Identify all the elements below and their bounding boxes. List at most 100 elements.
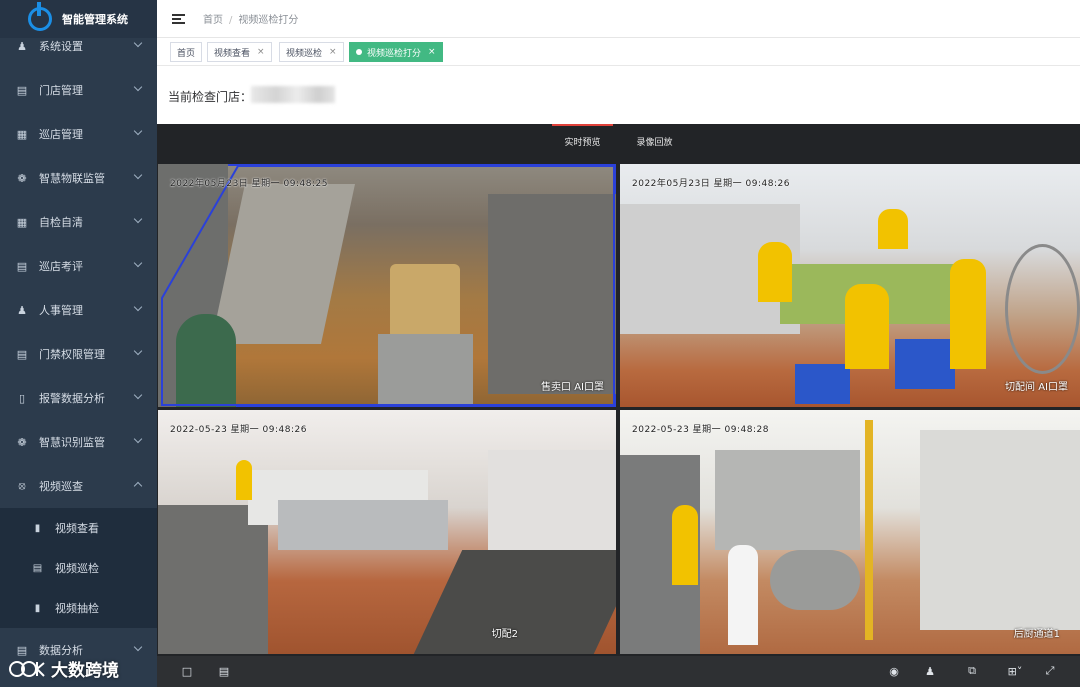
chart-icon: ▤ xyxy=(16,643,28,657)
worker-figure-shape xyxy=(758,242,792,302)
worker-figure-shape xyxy=(845,284,889,369)
camera-feed-3[interactable]: 2022-05-23 星期一 09:48:26 切配2 xyxy=(158,410,616,654)
close-icon[interactable]: × xyxy=(329,47,337,57)
tags-view: 首页 视频查看 × 视频巡检 × 视频巡检打分 × xyxy=(157,38,1080,66)
chevron-down-icon xyxy=(133,642,143,652)
camera-snapshot-icon[interactable]: ▤ xyxy=(217,664,231,678)
sidebar-item-label: 门店管理 xyxy=(39,84,83,97)
person-icon[interactable]: ♟ xyxy=(923,664,937,678)
recognition-icon: ❁ xyxy=(17,435,27,449)
window-icon[interactable]: □ xyxy=(180,664,194,678)
access-icon: ▤ xyxy=(16,347,28,361)
tag-video-inspect[interactable]: 视频巡检 × xyxy=(279,42,344,62)
chevron-down-icon xyxy=(133,126,143,136)
fullscreen-icon[interactable]: ⤢ xyxy=(1043,664,1057,678)
video-tabs: 实时预览 录像回放 xyxy=(157,124,1080,162)
chevron-down-icon xyxy=(133,346,143,356)
sidebar-subitem-video-view[interactable]: ▮ 视频查看 xyxy=(0,508,157,548)
tag-home[interactable]: 首页 xyxy=(170,42,203,62)
sidebar-item-patrol-evaluation[interactable]: ▤ 巡店考评 xyxy=(0,244,157,288)
worker-figure-shape xyxy=(236,460,252,500)
camera-name: 切配间 AI口罩 xyxy=(1005,382,1068,393)
current-store-label: 当前检查门店： xyxy=(168,90,253,104)
pot-shape xyxy=(770,550,860,610)
sidebar-item-store-management[interactable]: ▤ 门店管理 xyxy=(0,68,157,112)
camera-timestamp: 2022-05-23 星期一 09:48:26 xyxy=(170,425,307,435)
chevron-down-icon xyxy=(133,38,143,48)
chevron-down-icon xyxy=(133,170,143,180)
sidebar-subitem-label: 视频巡检 xyxy=(55,562,99,575)
close-icon[interactable]: × xyxy=(257,47,265,57)
sidebar-subitem-label: 视频抽检 xyxy=(55,602,99,615)
tab-live-preview[interactable]: 实时预览 xyxy=(552,124,613,162)
tag-label: 首页 xyxy=(177,48,196,59)
video-toolbar: □ ▤ ◉ ♟ ⧉ ⊞˅ ⤢ xyxy=(157,656,1080,687)
detection-zone-outline xyxy=(161,165,615,406)
blue-crate-shape xyxy=(895,339,955,389)
breadcrumb-home[interactable]: 首页 xyxy=(203,15,223,26)
store-row: 当前检查门店： xyxy=(157,66,1080,124)
sidebar-item-self-check[interactable]: ▦ 自检自清 xyxy=(0,200,157,244)
sidebar-item-alarm-analysis[interactable]: ▯ 报警数据分析 xyxy=(0,376,157,420)
sink-table-shape xyxy=(278,500,448,550)
chevron-up-icon xyxy=(133,481,143,491)
sidebar-item-video-patrol[interactable]: ⦻ 视频巡查 xyxy=(0,464,157,508)
camera-name: 后厨通道1 xyxy=(1013,629,1060,640)
file-icon: ▮ xyxy=(34,522,41,534)
watermark-text: 大数跨境 xyxy=(51,661,119,681)
sidebar-item-hr-management[interactable]: ♟ 人事管理 xyxy=(0,288,157,332)
sidebar-item-label: 智慧识别监管 xyxy=(39,436,105,449)
sidebar-item-access-control[interactable]: ▤ 门禁权限管理 xyxy=(0,332,157,376)
breadcrumb-current: 视频巡检打分 xyxy=(238,15,299,26)
sidebar: 智能管理系统 ♟ 系统设置 ▤ 门店管理 ▦ 巡店管理 ❁ 智慧物联监管 ▦ 自… xyxy=(0,0,157,687)
menu-toggle-icon[interactable] xyxy=(172,12,185,26)
camera-name: 切配2 xyxy=(491,629,518,640)
chevron-down-icon xyxy=(133,434,143,444)
camera-feed-4[interactable]: 2022-05-23 星期一 09:48:28 后厨通道1 xyxy=(620,410,1080,654)
sidebar-item-iot-supervision[interactable]: ❁ 智慧物联监管 xyxy=(0,156,157,200)
video-icon: ⦻ xyxy=(18,479,26,492)
grid-icon: ▦ xyxy=(16,127,28,141)
layout-grid-icon[interactable]: ⊞˅ xyxy=(1003,664,1027,678)
sidebar-item-label: 巡店管理 xyxy=(39,128,83,141)
fan-shape xyxy=(1005,244,1080,374)
chevron-down-icon xyxy=(133,82,143,92)
camera-timestamp: 2022年05月23日 星期一 09:48:25 xyxy=(170,179,328,189)
worker-figure-shape xyxy=(950,259,986,369)
tag-video-inspect-score[interactable]: 视频巡检打分 × xyxy=(349,42,443,62)
sidebar-item-label: 系统设置 xyxy=(39,40,83,53)
copy-icon[interactable]: ⧉ xyxy=(965,664,979,678)
sidebar-subitem-label: 视频查看 xyxy=(55,522,99,535)
sidebar-item-patrol-management[interactable]: ▦ 巡店管理 xyxy=(0,112,157,156)
chevron-down-icon xyxy=(133,258,143,268)
camera-timestamp: 2022-05-23 星期一 09:48:28 xyxy=(632,425,769,435)
sidebar-subitem-video-sample[interactable]: ▮ 视频抽检 xyxy=(0,588,157,628)
camera-feed-2[interactable]: 2022年05月23日 星期一 09:48:26 切配间 AI口罩 xyxy=(620,164,1080,407)
worker-figure-shape xyxy=(672,505,698,585)
active-dot-icon xyxy=(356,49,362,55)
camera-timestamp: 2022年05月23日 星期一 09:48:26 xyxy=(632,179,790,189)
chevron-down-icon xyxy=(133,214,143,224)
sidebar-item-label: 巡店考评 xyxy=(39,260,83,273)
sample-icon: ▮ xyxy=(34,602,41,614)
corridor-shape xyxy=(920,430,1080,630)
inspect-icon: ▤ xyxy=(32,562,43,574)
video-area: 实时预览 录像回放 2022年05月23日 星期一 09:48:25 售卖口 A… xyxy=(157,124,1080,687)
tag-video-view[interactable]: 视频查看 × xyxy=(207,42,272,62)
audio-icon[interactable]: ◉ xyxy=(887,664,901,678)
sidebar-item-recognition-supervision[interactable]: ❁ 智慧识别监管 xyxy=(0,420,157,464)
sidebar-item-label: 视频巡查 xyxy=(39,480,83,493)
video-patrol-submenu: ▮ 视频查看 ▤ 视频巡检 ▮ 视频抽检 xyxy=(0,508,157,628)
store-icon: ▤ xyxy=(16,83,28,97)
close-icon[interactable]: × xyxy=(428,47,436,57)
chevron-down-icon xyxy=(133,302,143,312)
watermark-logo-icon xyxy=(9,660,45,677)
sidebar-item-label: 自检自清 xyxy=(39,216,83,229)
camera-feed-1[interactable]: 2022年05月23日 星期一 09:48:25 售卖口 AI口罩 xyxy=(158,164,616,407)
sidebar-item-label: 智慧物联监管 xyxy=(39,172,105,185)
tab-playback[interactable]: 录像回放 xyxy=(637,124,673,162)
evaluation-icon: ▤ xyxy=(16,259,28,273)
iot-icon: ❁ xyxy=(17,171,27,185)
sidebar-subitem-video-inspect[interactable]: ▤ 视频巡检 xyxy=(0,548,157,588)
sidebar-item-system-settings[interactable]: ♟ 系统设置 xyxy=(0,24,157,68)
